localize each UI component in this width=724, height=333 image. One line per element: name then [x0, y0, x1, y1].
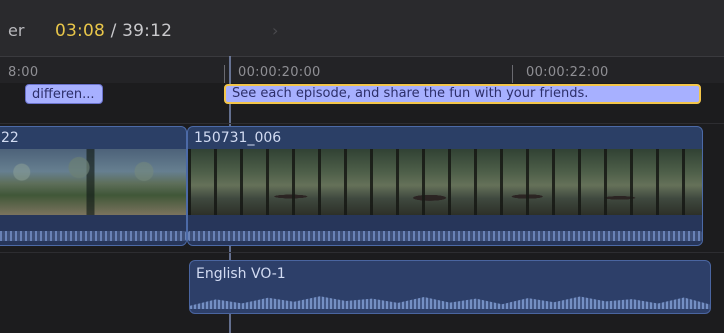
timecode-separator: /	[105, 21, 123, 41]
chevron-right-icon[interactable]: ›	[272, 21, 278, 40]
audio-track-divider	[0, 252, 724, 253]
audio-waveform-left	[0, 215, 186, 245]
ruler-label-20s: 00:00:20:00	[238, 65, 321, 80]
video-thumbnail-strip-left	[0, 149, 186, 215]
ruler-label-22s: 00:00:22:00	[526, 65, 609, 80]
track-divider	[0, 123, 724, 124]
timeline-ruler[interactable]: 8:00 00:00:20:00 00:00:22:00	[0, 57, 724, 83]
ruler-tick-22s	[512, 65, 513, 83]
video-clip-left[interactable]: 22	[0, 126, 187, 246]
caption-clip-selected[interactable]: See each episode, and share the fun with…	[224, 84, 701, 104]
timeline-header: er 03:08 / 39:12 ›	[0, 0, 724, 57]
caption-clip-short[interactable]: differen...	[25, 84, 103, 104]
audio-clip-title: English VO-1	[196, 266, 286, 282]
timecode-display: 03:08 / 39:12	[55, 21, 172, 41]
video-editor-timeline: er 03:08 / 39:12 › 8:00 00:00:20:00 00:0…	[0, 0, 724, 333]
video-clip-left-title: 22	[1, 130, 19, 146]
video-thumbnail-strip-right	[188, 149, 702, 215]
audio-waveform-right	[188, 215, 702, 245]
audio-waveform-vo	[190, 296, 710, 309]
header-fragment-label: er	[8, 21, 25, 40]
current-timecode: 03:08	[55, 21, 105, 41]
ruler-label-start: 8:00	[8, 65, 39, 80]
video-clip-right-title: 150731_006	[194, 130, 282, 146]
video-clip-right[interactable]: 150731_006	[187, 126, 703, 246]
total-timecode: 39:12	[122, 21, 173, 41]
audio-clip-english-vo[interactable]: English VO-1	[189, 260, 711, 314]
ruler-tick-20s	[224, 65, 225, 83]
